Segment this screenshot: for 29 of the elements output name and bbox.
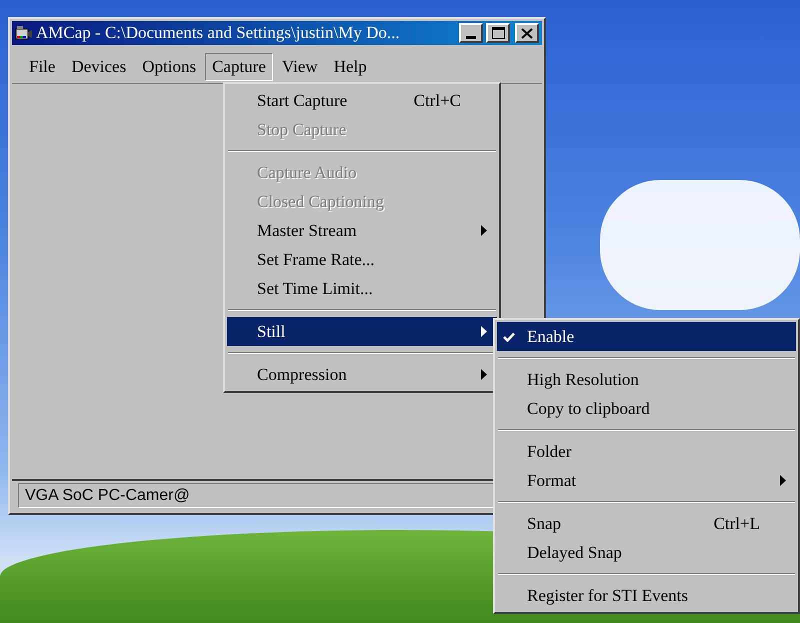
maximize-button[interactable] [486,23,510,43]
menu-item[interactable]: Start Capture Ctrl+C [227,86,497,115]
menu-item[interactable]: Master Stream [227,216,497,245]
menu-item[interactable]: Compression [227,360,497,389]
minimize-button[interactable] [459,23,483,43]
menu-bar-item[interactable]: Options [135,53,204,81]
menu-item[interactable]: Snap Ctrl+L [497,509,796,538]
menu-item[interactable]: Delayed Snap [497,538,796,567]
menu-item[interactable]: Set Time Limit... [227,274,497,303]
maximize-icon [492,27,504,39]
minimize-icon [466,36,476,39]
menu-item[interactable]: Enable [497,322,796,351]
menu-item[interactable]: Set Frame Rate... [227,245,497,274]
menu-bar-item[interactable]: Devices [64,53,134,81]
camera-icon [15,25,33,41]
window-title: AMCap - C:\Documents and Settings\justin\My Do... [36,22,401,44]
menu-item[interactable]: Still [227,317,497,346]
close-button[interactable] [515,23,539,43]
menu-bar-item[interactable]: File [22,53,62,81]
close-icon [521,28,533,38]
menu-item[interactable]: Folder [497,437,796,466]
menu-item[interactable]: Register for STI Events [497,581,796,610]
menu-bar-item[interactable]: Capture [205,53,273,81]
menu-item[interactable]: High Resolution [497,365,796,394]
menu-bar-item[interactable]: View [274,53,325,81]
status-text: VGA SoC PC-Camer@ [25,486,190,506]
menu-item[interactable]: Copy to clipboard [497,394,796,423]
menu-item[interactable]: Format [497,466,796,495]
menu-bar-item[interactable]: Help [326,53,374,81]
